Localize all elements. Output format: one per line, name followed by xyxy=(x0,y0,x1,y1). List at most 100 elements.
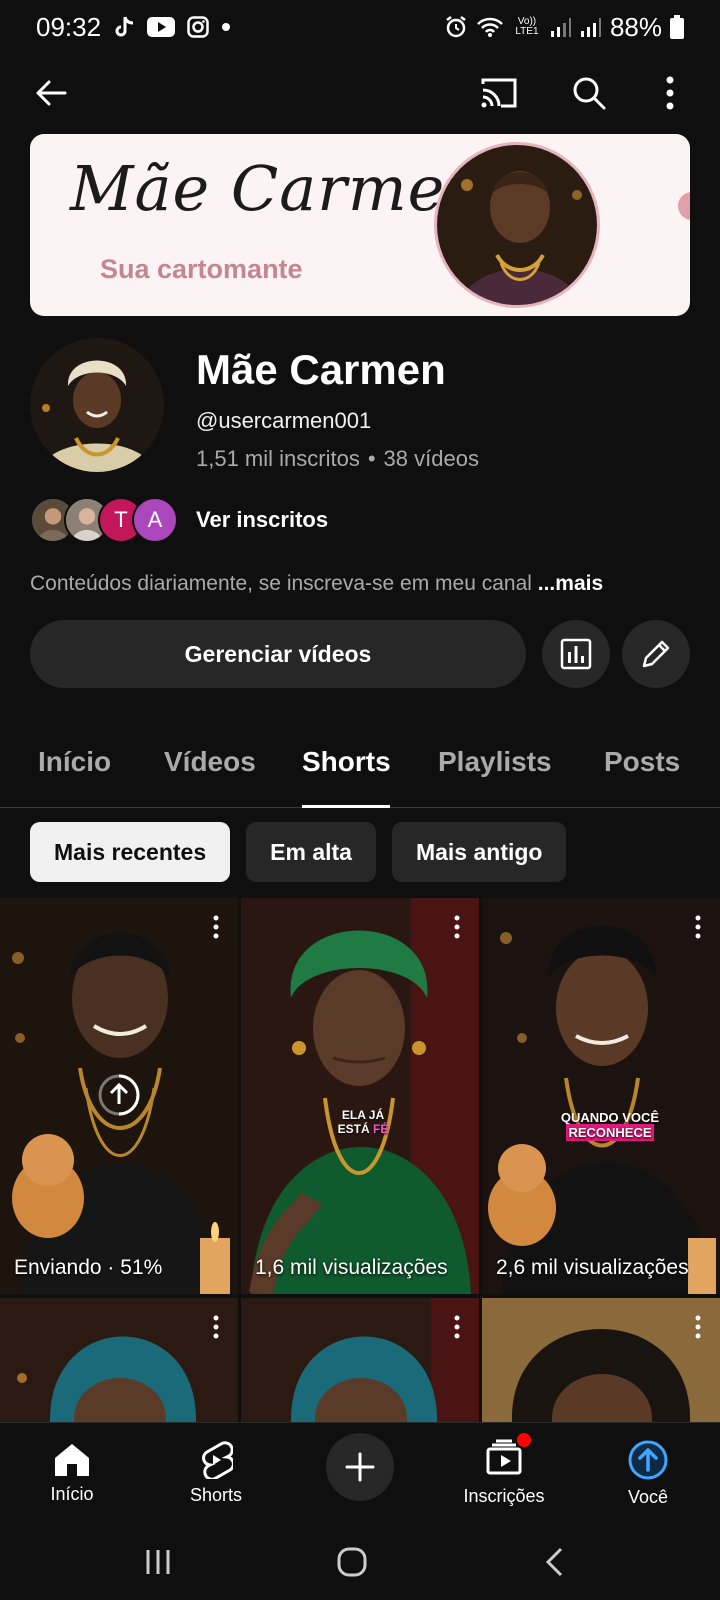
more-vert-icon xyxy=(695,1315,701,1339)
home-icon xyxy=(55,1443,89,1476)
system-navigation-bar xyxy=(0,1522,720,1600)
nav-shorts[interactable]: Shorts xyxy=(156,1423,276,1523)
chip-trending[interactable]: Em alta xyxy=(246,822,376,882)
description-text: Conteúdos diariamente, se inscreva-se em… xyxy=(30,572,532,595)
nav-home-label: Início xyxy=(50,1483,94,1504)
overlay-caption: QUANDO VOCÊ xyxy=(560,1110,660,1125)
short-tile[interactable]: Enviando · 51% xyxy=(0,898,238,1294)
app-bar xyxy=(0,58,720,128)
short-thumbnail xyxy=(482,898,720,1294)
short-thumbnail xyxy=(0,1298,238,1422)
subscriber-avatar: A xyxy=(132,497,178,543)
short-menu-button[interactable] xyxy=(688,912,708,942)
channel-tabs: Início Vídeos Shorts Playlists Posts xyxy=(0,736,720,808)
more-vert-icon xyxy=(454,1315,460,1339)
upload-progress-icon xyxy=(96,1072,142,1118)
short-menu-button[interactable] xyxy=(447,912,467,942)
channel-avatar[interactable] xyxy=(30,338,164,472)
short-thumbnail xyxy=(241,1298,479,1422)
tab-posts[interactable]: Posts xyxy=(604,746,680,778)
see-subscribers-row[interactable]: T A Ver inscritos xyxy=(30,496,328,544)
channel-handle: @usercarmen001 xyxy=(196,408,372,433)
recent-apps-button[interactable] xyxy=(138,1542,178,1582)
search-icon xyxy=(573,77,606,110)
channel-name: Mãe Carmen xyxy=(196,346,446,393)
home-circle-icon xyxy=(337,1547,367,1577)
shorts-icon xyxy=(202,1440,233,1479)
subscriptions-icon-wrap xyxy=(485,1433,531,1480)
video-count: 38 vídeos xyxy=(383,446,479,471)
more-options-button[interactable] xyxy=(650,66,690,120)
short-tile[interactable]: ELA JÁ ESTÁ FÉ 1,6 mil visualizações xyxy=(241,898,479,1294)
short-caption: 1,6 mil visualizações xyxy=(255,1256,448,1279)
see-subscribers-link[interactable]: Ver inscritos xyxy=(196,507,328,533)
back-arrow-icon xyxy=(36,80,67,106)
more-vert-icon xyxy=(695,915,701,939)
short-tile[interactable]: QUANDO VOCÊ RECONHECE 2,6 mil visualizaç… xyxy=(482,898,720,1294)
short-caption: Enviando · 51% xyxy=(14,1256,163,1279)
short-overlay-text: QUANDO VOCÊ RECONHECE xyxy=(530,1110,690,1141)
signal-icon xyxy=(550,16,572,38)
battery-percent: 88% xyxy=(609,11,662,42)
short-menu-button[interactable] xyxy=(447,1312,467,1342)
pencil-icon xyxy=(642,640,670,668)
edit-channel-button[interactable] xyxy=(622,620,690,688)
instagram-icon xyxy=(187,16,209,38)
nav-you-label: Você xyxy=(627,1486,669,1507)
more-vert-icon xyxy=(666,76,674,110)
plus-icon xyxy=(345,1452,375,1482)
banner-subtitle: Sua cartomante xyxy=(100,254,303,284)
banner-portrait-image xyxy=(434,142,600,308)
cast-button[interactable] xyxy=(472,66,526,120)
more-link[interactable]: ...mais xyxy=(538,572,603,595)
banner-title: Mãe Carmen xyxy=(70,152,487,225)
home-system-button[interactable] xyxy=(332,1542,372,1582)
tiktok-icon xyxy=(113,15,135,39)
short-thumbnail xyxy=(241,898,479,1294)
tab-playlists[interactable]: Playlists xyxy=(438,746,552,778)
tab-shorts[interactable]: Shorts xyxy=(302,746,391,778)
recent-apps-icon xyxy=(146,1550,170,1574)
network-type-label: Vo)) LTE1 xyxy=(515,16,539,37)
short-caption: 2,6 mil visualizações xyxy=(496,1256,689,1279)
short-menu-button[interactable] xyxy=(688,1312,708,1342)
overlay-highlight: FÉ xyxy=(373,1122,389,1136)
alarm-icon xyxy=(444,15,468,39)
more-vert-icon xyxy=(454,915,460,939)
short-tile[interactable] xyxy=(0,1298,238,1422)
nav-subscriptions[interactable]: Inscrições xyxy=(444,1423,564,1523)
tab-videos[interactable]: Vídeos xyxy=(164,746,256,778)
search-button[interactable] xyxy=(562,66,616,120)
back-chevron-icon xyxy=(545,1547,563,1577)
analytics-button[interactable] xyxy=(542,620,610,688)
back-button[interactable] xyxy=(24,66,78,120)
status-bar: 09:32 Vo)) LTE1 88% xyxy=(0,0,720,54)
channel-stats: 1,51 mil inscritos • 38 vídeos xyxy=(196,446,479,472)
nav-shorts-label: Shorts xyxy=(189,1484,243,1505)
channel-banner[interactable]: Mãe Carmen Sua cartomante xyxy=(30,134,690,316)
short-menu-button[interactable] xyxy=(206,1312,226,1342)
cast-icon xyxy=(481,78,517,108)
chip-most-recent[interactable]: Mais recentes xyxy=(30,822,231,882)
short-tile[interactable] xyxy=(482,1298,720,1422)
back-system-button[interactable] xyxy=(534,1542,574,1582)
subscriptions-icon xyxy=(486,1439,522,1475)
sort-chips: Mais recentes Em alta Mais antigo xyxy=(30,822,567,882)
tab-inicio[interactable]: Início xyxy=(38,746,111,778)
overlay-highlight: RECONHECE xyxy=(566,1124,654,1141)
nav-you[interactable]: Você xyxy=(588,1423,708,1523)
notification-badge xyxy=(517,1433,531,1447)
channel-description[interactable]: Conteúdos diariamente, se inscreva-se em… xyxy=(30,572,603,596)
banner-decoration xyxy=(678,192,690,220)
stats-separator: • xyxy=(367,446,376,471)
manage-videos-button[interactable]: Gerenciar vídeos xyxy=(30,620,526,688)
short-tile[interactable] xyxy=(241,1298,479,1422)
nav-home[interactable]: Início xyxy=(12,1423,132,1523)
clock: 09:32 xyxy=(36,11,102,42)
create-button[interactable] xyxy=(326,1433,394,1501)
youtube-icon xyxy=(147,17,176,37)
short-menu-button[interactable] xyxy=(206,912,226,942)
chip-oldest[interactable]: Mais antigo xyxy=(391,822,567,882)
battery-icon xyxy=(670,15,684,39)
more-vert-icon xyxy=(213,1315,219,1339)
